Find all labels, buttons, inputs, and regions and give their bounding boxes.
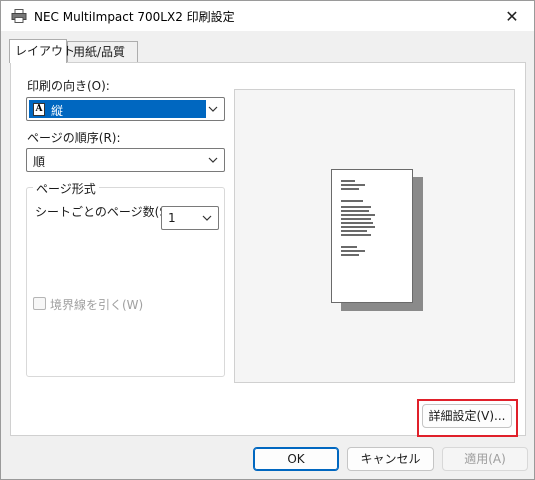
cancel-button[interactable]: キャンセル (347, 447, 434, 471)
page-order-label: ページの順序(R): (27, 131, 121, 145)
ok-button[interactable]: OK (253, 447, 339, 471)
preview-page-icon (331, 169, 413, 303)
pages-per-sheet-label: シートごとのページ数(S) (35, 205, 172, 219)
orientation-value: 縦 (51, 104, 64, 118)
close-button[interactable]: ✕ (490, 1, 534, 31)
tab-paper-quality[interactable]: 用紙/品質 (67, 41, 138, 63)
page-format-title: ページ形式 (33, 180, 99, 197)
orientation-select[interactable]: A 縦 (26, 97, 225, 121)
apply-button[interactable]: 適用(A) (442, 447, 528, 471)
portrait-orientation-icon: A (33, 103, 45, 116)
page-format-group: ページ形式 シートごとのページ数(S) 1 境界線を引く(W) (26, 180, 225, 377)
border-checkbox-label: 境界線を引く(W) (50, 298, 144, 312)
printer-icon (11, 9, 27, 23)
print-settings-dialog: NEC MultiImpact 700LX2 印刷設定 ✕ レイアウト 用紙/品… (0, 0, 535, 480)
orientation-label: 印刷の向き(O): (27, 79, 110, 93)
tab-layout[interactable]: レイアウト (9, 39, 75, 63)
highlight-box (417, 399, 518, 437)
page-order-value: 順 (33, 155, 46, 169)
chevron-down-icon (208, 157, 218, 163)
border-checkbox[interactable] (33, 297, 46, 310)
pages-per-sheet-select[interactable]: 1 (161, 206, 219, 230)
title-bar: NEC MultiImpact 700LX2 印刷設定 ✕ (1, 1, 534, 31)
window-title: NEC MultiImpact 700LX2 印刷設定 (34, 10, 235, 24)
layout-preview (234, 89, 515, 383)
page-order-select[interactable]: 順 (26, 148, 225, 172)
pages-per-sheet-value: 1 (168, 211, 176, 225)
chevron-down-icon (208, 106, 218, 112)
layout-panel: 印刷の向き(O): A 縦 ページの順序(R): 順 ページ形式 シートごとのペ… (10, 62, 526, 436)
chevron-down-icon (202, 215, 212, 221)
close-icon: ✕ (505, 6, 519, 26)
